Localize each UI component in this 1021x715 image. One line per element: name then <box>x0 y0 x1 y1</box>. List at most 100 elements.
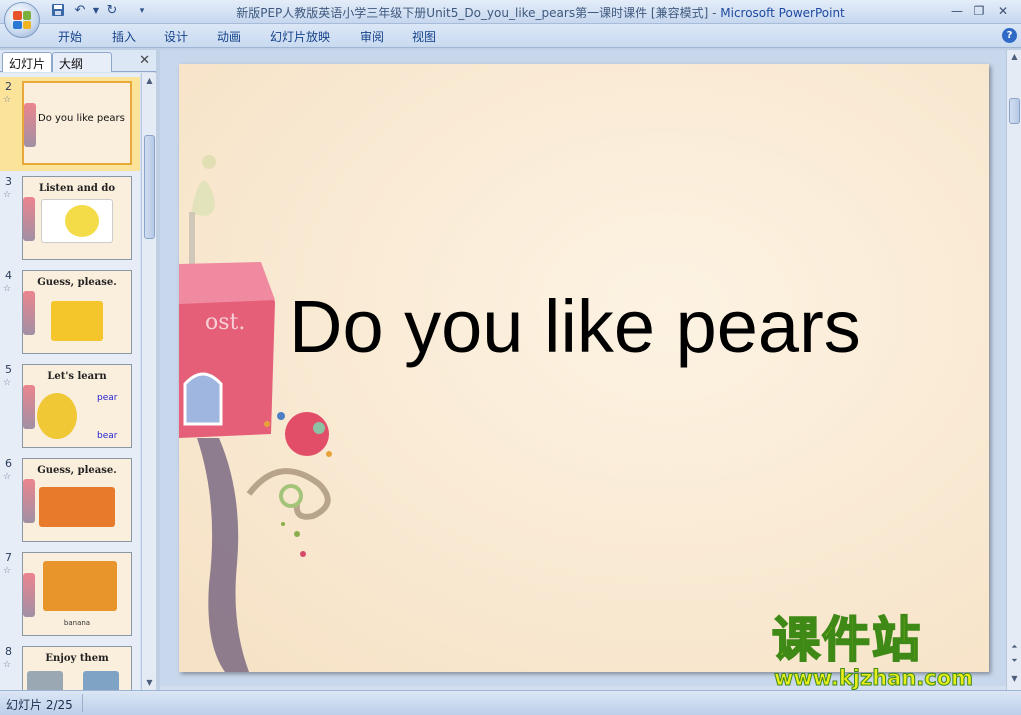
animation-star-icon: ☆ <box>3 190 12 200</box>
slide-number: 5 <box>5 363 12 376</box>
animation-star-icon: ☆ <box>3 378 12 388</box>
tab-review[interactable]: 审阅 <box>360 28 384 45</box>
thumbnail-list: 2 ☆ Do you like pears 3 ☆ Listen and do … <box>0 73 140 690</box>
thumbnail-decoration <box>23 197 35 241</box>
animation-star-icon: ☆ <box>3 284 12 294</box>
title-separator: - <box>708 6 721 20</box>
slide-thumbnail: Do you like pears <box>22 81 132 165</box>
slide-thumbnail: Guess, please. <box>22 458 132 542</box>
tab-home[interactable]: 开始 <box>58 28 82 45</box>
animation-star-icon: ☆ <box>3 566 12 576</box>
animation-star-icon: ☆ <box>3 472 12 482</box>
tab-slide-show[interactable]: 幻灯片放映 <box>270 28 330 45</box>
slide-thumbnail: Enjoy them <box>22 646 132 690</box>
thumbnail-decoration <box>24 103 36 147</box>
tab-insert[interactable]: 插入 <box>112 28 136 45</box>
watermark: 课件站 www.kjzhan.com <box>770 612 1006 691</box>
status-bar: 幻灯片 2/25 <box>0 690 1021 715</box>
tab-view[interactable]: 视图 <box>412 28 436 45</box>
watermark-url: www.kjzhan.com <box>773 666 974 691</box>
slide-thumbnail: banana <box>22 552 132 636</box>
slide-title[interactable]: Do you like pears <box>289 284 969 369</box>
undo-dropdown-icon[interactable]: ▼ <box>88 3 104 19</box>
slide-number: 6 <box>5 457 12 470</box>
slide-thumbnail: Listen and do <box>22 176 132 260</box>
thumbnail-slide-3[interactable]: 3 ☆ Listen and do <box>0 172 140 266</box>
scroll-down-icon[interactable]: ▼ <box>142 675 157 690</box>
save-icon[interactable] <box>50 3 66 19</box>
thumbnail-title: Guess, please. <box>37 277 117 288</box>
thumbnail-title: Listen and do <box>38 183 116 194</box>
thumbnail-slide-2[interactable]: 2 ☆ Do you like pears <box>0 77 140 171</box>
editor-scrollbar[interactable]: ▲ ⏶ ⏷ ▼ <box>1006 50 1021 690</box>
current-slide[interactable]: ost. Do you like pears <box>179 64 989 672</box>
office-logo-icon <box>13 11 31 29</box>
word-bear: bear <box>97 431 118 441</box>
slide-number: 4 <box>5 269 12 282</box>
scrollbar-thumb[interactable] <box>1009 98 1020 124</box>
fruit-picture <box>27 671 63 690</box>
thumbnail-decoration <box>23 479 35 523</box>
office-button[interactable] <box>4 2 40 38</box>
watermark-text: 课件站 <box>771 612 923 668</box>
animation-star-icon: ☆ <box>3 660 12 670</box>
banana-picture <box>39 487 115 527</box>
help-icon[interactable]: ? <box>1002 28 1017 43</box>
ribbon-tab-bar: 开始 插入 设计 动画 幻灯片放映 审阅 视图 ? <box>0 24 1021 48</box>
tab-animations[interactable]: 动画 <box>217 28 241 45</box>
tab-design[interactable]: 设计 <box>164 28 188 45</box>
maximize-button[interactable]: ❐ <box>968 2 990 20</box>
thumbnail-decoration <box>23 573 35 617</box>
pane-tab-bar: 幻灯片 大纲 ✕ <box>0 50 156 72</box>
lemon-cartoon-icon <box>65 205 99 237</box>
undo-icon[interactable]: ↶ <box>72 3 88 19</box>
thumbnail-slide-5[interactable]: 5 ☆ Let's learn pear bear <box>0 360 140 454</box>
scroll-up-icon[interactable]: ▲ <box>1007 52 1021 61</box>
lemon-cartoon-icon <box>37 393 77 439</box>
slide-number: 2 <box>5 80 12 93</box>
thumbnail-slide-6[interactable]: 6 ☆ Guess, please. <box>0 454 140 548</box>
slide-editor: ost. Do you like pears <box>160 50 1006 690</box>
document-name: 新版PEP人教版英语小学三年级下册Unit5_Do_you_like_pears… <box>236 6 709 20</box>
next-slide-icon[interactable]: ⏷ <box>1007 656 1021 666</box>
thumbnail-slide-8[interactable]: 8 ☆ Enjoy them <box>0 642 140 690</box>
thumbnail-title: Guess, please. <box>37 465 117 476</box>
scrollbar-thumb[interactable] <box>144 135 155 239</box>
customize-icon[interactable]: ▾ <box>134 3 150 19</box>
slide-indicator: 幻灯片 2/25 <box>6 698 73 712</box>
status-divider <box>82 694 83 712</box>
slide-number: 3 <box>5 175 12 188</box>
svg-text:ost.: ost. <box>205 310 245 335</box>
thumbnail-slide-7[interactable]: 7 ☆ banana <box>0 548 140 642</box>
thumbnail-decoration <box>23 385 35 429</box>
redo-icon[interactable]: ↻ <box>104 3 120 19</box>
slide-number: 7 <box>5 551 12 564</box>
banana-picture <box>43 561 117 611</box>
slide-thumbnail: Guess, please. <box>22 270 132 354</box>
thumbnail-title: Enjoy them <box>45 653 109 664</box>
previous-slide-icon[interactable]: ⏶ <box>1007 642 1021 652</box>
pane-scrollbar[interactable]: ▲ ▼ <box>141 73 156 690</box>
title-bar: ↶ ▼ ↻ ▾ 新版PEP人教版英语小学三年级下册Unit5_Do_you_li… <box>0 0 1021 38</box>
thumbnail-slide-4[interactable]: 4 ☆ Guess, please. <box>0 266 140 360</box>
slide-number: 8 <box>5 645 12 658</box>
thumbnail-decoration <box>23 291 35 335</box>
close-icon[interactable]: ✕ <box>139 53 150 68</box>
tab-outline[interactable]: 大纲 <box>52 52 112 72</box>
application-name: Microsoft PowerPoint <box>720 6 845 20</box>
scroll-down-icon[interactable]: ▼ <box>1007 674 1021 683</box>
animation-star-icon: ☆ <box>3 95 12 105</box>
tab-slides[interactable]: 幻灯片 <box>2 52 53 72</box>
slide-thumbnail: Let's learn pear bear <box>22 364 132 448</box>
word-pear: pear <box>97 393 118 403</box>
fruit-picture <box>83 671 119 690</box>
thumbnail-title: Let's learn <box>47 371 107 382</box>
window-title: 新版PEP人教版英语小学三年级下册Unit5_Do_you_like_pears… <box>150 4 931 21</box>
thumbnail-title: Do you like pears <box>38 113 125 124</box>
guess-picture <box>51 301 103 341</box>
scroll-up-icon[interactable]: ▲ <box>142 73 157 88</box>
thumbnail-caption: banana <box>63 619 91 627</box>
close-button[interactable]: ✕ <box>992 2 1014 20</box>
minimize-button[interactable]: — <box>946 2 968 20</box>
slides-pane: 幻灯片 大纲 ✕ 2 ☆ Do you like pears 3 ☆ Liste… <box>0 50 156 690</box>
